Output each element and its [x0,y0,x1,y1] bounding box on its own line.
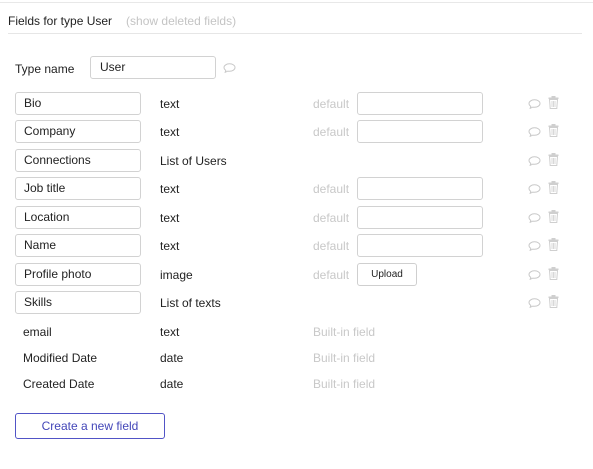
comment-icon[interactable] [528,213,541,223]
builtin-field-row: email text Built-in field [0,325,593,341]
field-row: Profile photo image default Upload [0,263,593,291]
type-name-input[interactable]: User [90,56,216,79]
section-header: Fields for type User (show deleted field… [8,13,236,29]
comment-icon[interactable] [528,298,541,308]
field-row: Job title text default [0,177,593,205]
builtin-field-note: Built-in field [313,351,376,365]
field-type[interactable]: text [160,239,179,253]
upload-button[interactable]: Upload [357,263,417,286]
builtin-field-row: Modified Date date Built-in field [0,351,593,367]
comment-icon[interactable] [528,184,541,194]
trash-icon[interactable] [548,238,559,251]
builtin-field-name: Modified Date [23,351,98,365]
default-label: default [313,182,350,196]
default-value-input[interactable] [357,92,483,115]
default-label: default [313,125,350,139]
field-name-input[interactable]: Skills [15,291,141,314]
type-name-label: Type name [15,62,75,76]
trash-icon[interactable] [548,124,559,137]
builtin-field-type: text [160,325,180,339]
show-deleted-fields-link[interactable]: (show deleted fields) [126,14,236,28]
comment-icon[interactable] [528,241,541,251]
field-name-input[interactable]: Name [15,234,141,257]
comment-icon[interactable] [528,127,541,137]
builtin-field-name: email [23,325,52,339]
field-name-input[interactable]: Job title [15,177,141,200]
default-label: default [313,268,350,282]
comment-icon[interactable] [528,156,541,166]
create-new-field-button[interactable]: Create a new field [15,413,165,439]
trash-icon[interactable] [548,181,559,194]
field-type[interactable]: text [160,125,179,139]
builtin-field-type: date [160,377,184,391]
field-name-input[interactable]: Bio [15,92,141,115]
builtin-field-type: date [160,351,184,365]
type-comment-icon[interactable] [223,63,236,73]
trash-icon[interactable] [548,210,559,223]
field-row: Name text default [0,234,593,262]
section-title: Fields for type User [8,14,113,28]
comment-icon[interactable] [528,99,541,109]
field-type[interactable]: image [160,268,193,282]
trash-icon[interactable] [548,153,559,166]
field-type[interactable]: List of texts [160,296,221,310]
default-label: default [313,211,350,225]
builtin-field-note: Built-in field [313,377,376,391]
default-label: default [313,97,350,111]
field-type[interactable]: text [160,211,179,225]
builtin-field-row: Created Date date Built-in field [0,377,593,393]
field-row: Company text default [0,120,593,148]
builtin-field-note: Built-in field [313,325,376,339]
builtin-field-name: Created Date [23,377,95,391]
field-name-input[interactable]: Company [15,120,141,143]
trash-icon[interactable] [548,267,559,280]
default-value-input[interactable] [357,177,483,200]
default-value-input[interactable] [357,120,483,143]
field-row: Location text default [0,206,593,234]
field-name-input[interactable]: Location [15,206,141,229]
field-type[interactable]: text [160,97,179,111]
top-border [0,0,593,3]
field-type[interactable]: List of Users [160,154,227,168]
trash-icon[interactable] [548,96,559,109]
field-row: Connections List of Users [0,149,593,177]
field-row: Bio text default [0,92,593,120]
default-value-input[interactable] [357,206,483,229]
default-value-input[interactable] [357,234,483,257]
field-type[interactable]: text [160,182,179,196]
default-label: default [313,239,350,253]
comment-icon[interactable] [528,270,541,280]
field-name-input[interactable]: Profile photo [15,263,141,286]
header-divider [8,33,582,34]
field-name-input[interactable]: Connections [15,149,141,172]
field-row: Skills List of texts [0,291,593,319]
trash-icon[interactable] [548,295,559,308]
